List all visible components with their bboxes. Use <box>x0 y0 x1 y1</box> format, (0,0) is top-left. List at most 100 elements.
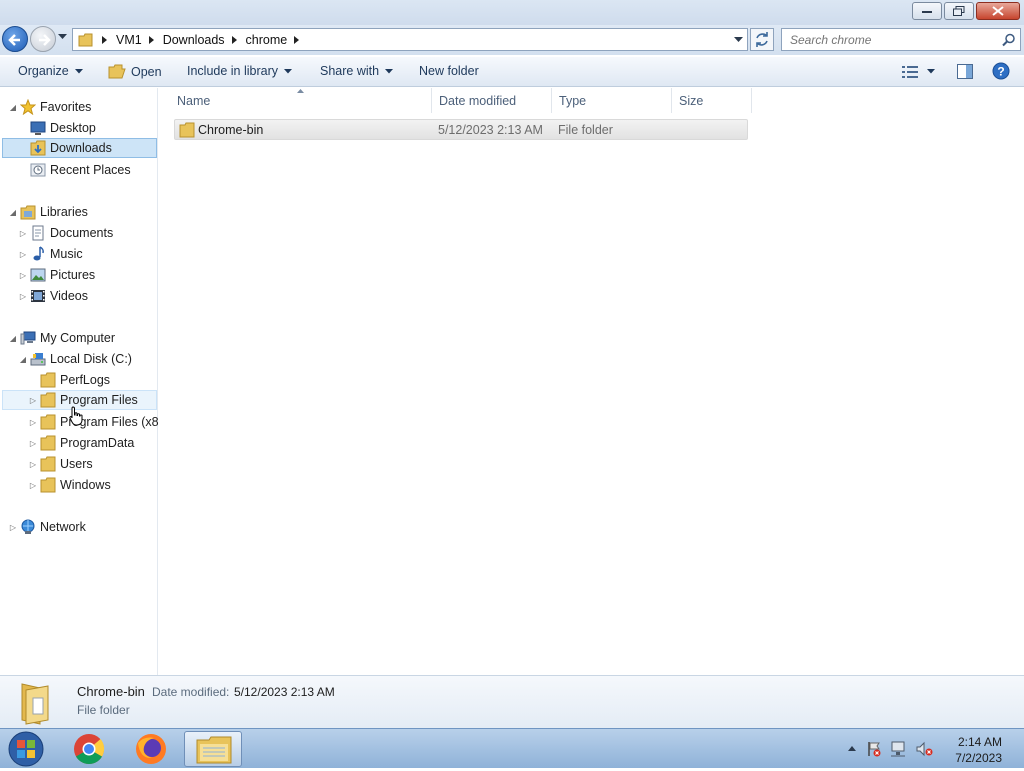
column-header-type[interactable]: Type <box>552 88 672 113</box>
nav-label: Favorites <box>40 100 92 114</box>
search-box[interactable] <box>781 28 1021 51</box>
nav-perflogs[interactable]: PerfLogs <box>28 370 110 390</box>
taskbar-chrome[interactable] <box>60 731 118 767</box>
close-button[interactable] <box>976 2 1020 20</box>
start-button[interactable] <box>6 730 46 768</box>
taskbar-explorer[interactable] <box>184 731 242 767</box>
help-icon[interactable]: ? <box>992 62 1010 80</box>
expand-icon[interactable]: ▷ <box>18 229 28 238</box>
nav-recent-places[interactable]: Recent Places <box>18 160 131 180</box>
folder-icon <box>40 456 56 472</box>
nav-desktop[interactable]: Desktop <box>18 118 96 138</box>
nav-music[interactable]: ▷ Music <box>18 244 83 264</box>
nav-label: Pictures <box>50 268 96 282</box>
action-center-flag-icon[interactable] <box>866 741 882 757</box>
volume-muted-icon[interactable] <box>916 741 934 757</box>
network-status-icon[interactable] <box>890 741 908 757</box>
expand-icon[interactable]: ▷ <box>8 523 18 532</box>
column-header-size[interactable]: Size <box>672 88 752 113</box>
organize-button[interactable]: Organize <box>18 64 83 78</box>
folder-icon <box>40 477 56 493</box>
nav-label: ProgramData <box>60 436 135 450</box>
search-input[interactable] <box>782 29 982 50</box>
clock[interactable]: 2:14 AM 7/2/2023 <box>955 734 1002 766</box>
nav-network[interactable]: ▷ Network <box>8 517 86 537</box>
nav-my-computer[interactable]: ◢ My Computer <box>8 328 115 348</box>
column-header-date-modified[interactable]: Date modified <box>432 88 552 113</box>
show-hidden-icons-icon[interactable] <box>848 746 856 751</box>
share-with-label: Share with <box>320 64 380 78</box>
libraries-icon <box>20 205 36 220</box>
back-button[interactable] <box>2 26 28 52</box>
chevron-down-icon[interactable] <box>927 69 935 74</box>
refresh-button[interactable] <box>750 28 774 51</box>
breadcrumb-vm1[interactable]: VM1 <box>116 33 142 47</box>
open-folder-icon <box>108 64 126 79</box>
expand-icon[interactable]: ▷ <box>28 439 38 448</box>
folder-icon <box>179 122 195 138</box>
nav-pictures[interactable]: ▷ Pictures <box>18 265 95 285</box>
desktop-icon <box>30 121 46 135</box>
restore-button[interactable] <box>944 2 974 20</box>
file-row[interactable]: Chrome-bin 5/12/2023 2:13 AM File folder <box>174 119 748 140</box>
nav-label: Music <box>50 247 83 261</box>
open-button[interactable]: Open <box>108 64 162 79</box>
expand-icon[interactable]: ▷ <box>18 292 28 301</box>
windows-logo-icon <box>8 731 44 767</box>
address-bar[interactable]: VM1 Downloads chrome <box>72 28 748 51</box>
minimize-button[interactable] <box>912 2 942 20</box>
collapse-icon[interactable]: ◢ <box>8 103 18 112</box>
nav-label: Users <box>60 457 93 471</box>
collapse-icon[interactable]: ◢ <box>18 355 28 364</box>
nav-local-disk[interactable]: ◢ Local Disk (C:) <box>18 349 132 369</box>
chevron-right-icon[interactable] <box>148 35 154 44</box>
taskbar: 2:14 AM 7/2/2023 <box>0 728 1024 768</box>
forward-button[interactable] <box>30 26 56 52</box>
nav-documents[interactable]: ▷ Documents <box>18 223 113 243</box>
search-icon[interactable] <box>1002 33 1016 47</box>
nav-label: My Computer <box>40 331 116 345</box>
collapse-icon[interactable]: ◢ <box>8 334 18 343</box>
nav-users[interactable]: ▷ Users <box>28 454 93 474</box>
collapse-icon[interactable]: ◢ <box>8 208 18 217</box>
share-with-button[interactable]: Share with <box>320 64 394 78</box>
include-in-library-button[interactable]: Include in library <box>187 64 293 78</box>
breadcrumb-chrome[interactable]: chrome <box>246 33 288 47</box>
details-type: File folder <box>77 703 130 717</box>
chevron-right-icon[interactable] <box>231 35 237 44</box>
expand-icon[interactable]: ▷ <box>18 250 28 259</box>
view-details-icon[interactable] <box>902 66 918 78</box>
minimize-icon <box>922 11 932 13</box>
nav-downloads[interactable]: Downloads <box>2 138 157 158</box>
close-icon <box>992 6 1004 16</box>
new-folder-button[interactable]: New folder <box>419 64 479 78</box>
videos-icon <box>31 290 45 302</box>
chevron-right-icon[interactable] <box>102 35 107 44</box>
expand-icon[interactable]: ▷ <box>18 271 28 280</box>
star-icon <box>20 99 36 115</box>
expand-icon[interactable]: ▷ <box>28 418 38 427</box>
nav-favorites[interactable]: ◢ Favorites <box>8 97 91 117</box>
nav-programdata[interactable]: ▷ ProgramData <box>28 433 134 453</box>
preview-pane-icon[interactable] <box>957 64 973 79</box>
nav-label: Recent Places <box>50 163 131 177</box>
chevron-down-icon <box>284 68 293 73</box>
music-icon <box>33 246 44 261</box>
breadcrumb-downloads[interactable]: Downloads <box>163 33 225 47</box>
pictures-icon <box>30 268 46 282</box>
expand-icon[interactable]: ▷ <box>28 481 38 490</box>
sort-ascending-icon <box>297 89 304 93</box>
expand-icon[interactable]: ▷ <box>28 460 38 469</box>
nav-windows[interactable]: ▷ Windows <box>28 475 111 495</box>
nav-program-files-x86[interactable]: ▷ Program Files (x86 <box>28 412 166 432</box>
taskbar-firefox[interactable] <box>122 731 180 767</box>
folder-icon <box>78 33 93 46</box>
chevron-down-icon[interactable] <box>734 37 743 43</box>
recent-pages-dropdown-icon[interactable] <box>58 34 67 40</box>
nav-videos[interactable]: ▷ Videos <box>18 286 88 306</box>
nav-label: Libraries <box>40 205 88 219</box>
chevron-right-icon[interactable] <box>294 35 300 44</box>
nav-libraries[interactable]: ◢ Libraries <box>8 202 88 222</box>
expand-icon[interactable]: ▷ <box>28 396 38 405</box>
title-bar[interactable] <box>0 0 1024 25</box>
